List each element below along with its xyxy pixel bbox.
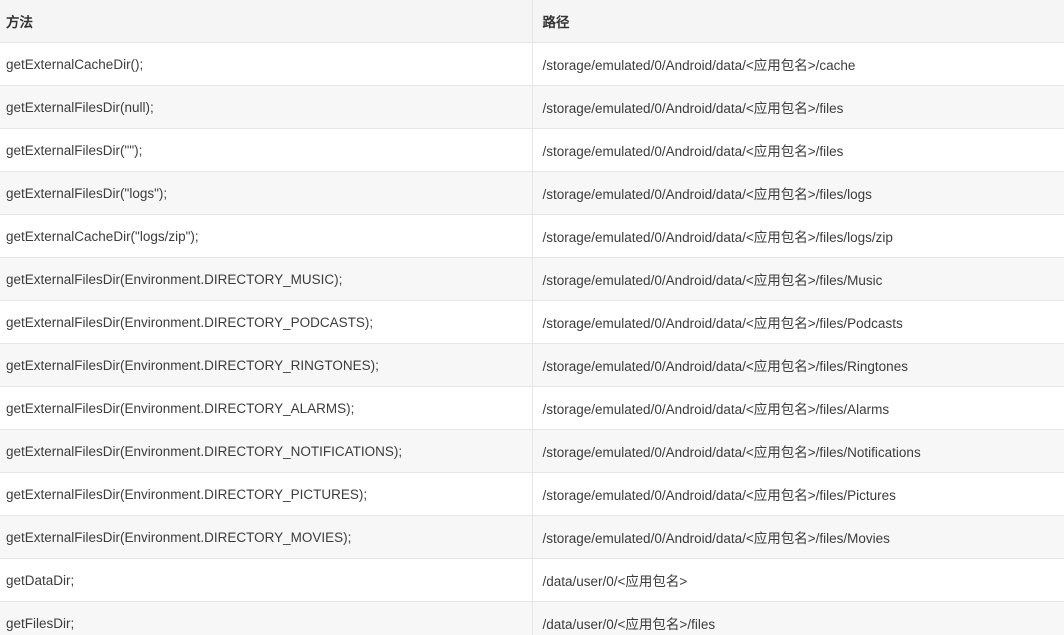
method-cell: getExternalFilesDir(Environment.DIRECTOR… — [0, 515, 532, 559]
table-row: getExternalFilesDir(Environment.DIRECTOR… — [0, 429, 1064, 473]
table-row: getExternalCacheDir("logs/zip"); /storag… — [0, 214, 1064, 258]
column-header-method: 方法 — [0, 0, 532, 43]
column-header-path: 路径 — [531, 0, 1064, 43]
path-cell: /storage/emulated/0/Android/data/<应用包名>/… — [531, 472, 1064, 516]
path-cell: /storage/emulated/0/Android/data/<应用包名>/… — [531, 515, 1064, 559]
path-cell: /data/user/0/<应用包名>/files — [531, 601, 1064, 635]
method-cell: getExternalFilesDir(Environment.DIRECTOR… — [0, 257, 532, 301]
method-cell: getDataDir; — [0, 558, 532, 602]
table-row: getExternalFilesDir(Environment.DIRECTOR… — [0, 472, 1064, 516]
methods-paths-table: 方法 路径 getExternalCacheDir(); /storage/em… — [0, 0, 1064, 635]
method-cell: getExternalFilesDir(Environment.DIRECTOR… — [0, 386, 532, 430]
table-row: getExternalFilesDir(""); /storage/emulat… — [0, 128, 1064, 172]
method-cell: getExternalFilesDir("logs"); — [0, 171, 532, 215]
table-row: getExternalFilesDir(Environment.DIRECTOR… — [0, 300, 1064, 344]
table-row: getDataDir; /data/user/0/<应用包名> — [0, 558, 1064, 602]
method-cell: getExternalFilesDir(null); — [0, 85, 532, 129]
path-cell: /storage/emulated/0/Android/data/<应用包名>/… — [531, 300, 1064, 344]
table-row: getExternalFilesDir(Environment.DIRECTOR… — [0, 515, 1064, 559]
path-cell: /storage/emulated/0/Android/data/<应用包名>/… — [531, 85, 1064, 129]
method-cell: getExternalFilesDir(""); — [0, 128, 532, 172]
table-row: getExternalFilesDir(Environment.DIRECTOR… — [0, 257, 1064, 301]
table-row: getFilesDir; /data/user/0/<应用包名>/files — [0, 601, 1064, 635]
table-row: getExternalCacheDir(); /storage/emulated… — [0, 42, 1064, 86]
table-row: getExternalFilesDir("logs"); /storage/em… — [0, 171, 1064, 215]
path-cell: /data/user/0/<应用包名> — [531, 558, 1064, 602]
method-cell: getExternalFilesDir(Environment.DIRECTOR… — [0, 472, 532, 516]
path-cell: /storage/emulated/0/Android/data/<应用包名>/… — [531, 171, 1064, 215]
path-cell: /storage/emulated/0/Android/data/<应用包名>/… — [531, 42, 1064, 86]
table-row: getExternalFilesDir(Environment.DIRECTOR… — [0, 343, 1064, 387]
path-cell: /storage/emulated/0/Android/data/<应用包名>/… — [531, 386, 1064, 430]
path-cell: /storage/emulated/0/Android/data/<应用包名>/… — [531, 257, 1064, 301]
method-cell: getExternalFilesDir(Environment.DIRECTOR… — [0, 343, 532, 387]
method-cell: getExternalCacheDir(); — [0, 42, 532, 86]
path-cell: /storage/emulated/0/Android/data/<应用包名>/… — [531, 429, 1064, 473]
table-header-row: 方法 路径 — [0, 0, 1064, 43]
path-cell: /storage/emulated/0/Android/data/<应用包名>/… — [531, 343, 1064, 387]
table-row: getExternalFilesDir(Environment.DIRECTOR… — [0, 386, 1064, 430]
path-cell: /storage/emulated/0/Android/data/<应用包名>/… — [531, 128, 1064, 172]
method-cell: getExternalFilesDir(Environment.DIRECTOR… — [0, 429, 532, 473]
path-cell: /storage/emulated/0/Android/data/<应用包名>/… — [531, 214, 1064, 258]
method-cell: getFilesDir; — [0, 601, 532, 635]
method-cell: getExternalCacheDir("logs/zip"); — [0, 214, 532, 258]
table-row: getExternalFilesDir(null); /storage/emul… — [0, 85, 1064, 129]
method-cell: getExternalFilesDir(Environment.DIRECTOR… — [0, 300, 532, 344]
